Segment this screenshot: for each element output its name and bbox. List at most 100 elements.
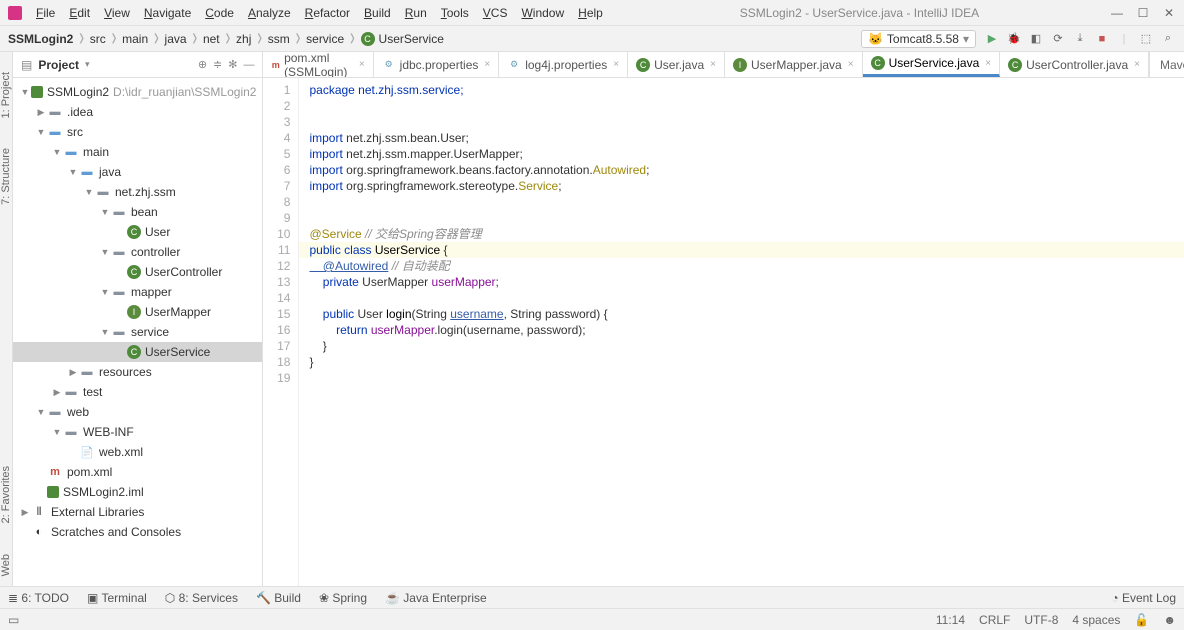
stop-button[interactable]: ■ xyxy=(1094,31,1110,47)
tree-node[interactable]: ▶▬resources xyxy=(13,362,262,382)
editor-tabs[interactable]: mpom.xml (SSMLogin)×⚙jdbc.properties×⚙lo… xyxy=(263,52,1184,78)
menu-window[interactable]: Window xyxy=(515,4,570,22)
run-button[interactable]: ▶ xyxy=(984,31,1000,47)
tree-node[interactable]: ▼▬src xyxy=(13,122,262,142)
tree-node[interactable]: ▼▬service xyxy=(13,322,262,342)
tool-java-ee[interactable]: ☕ Java Enterprise xyxy=(385,591,487,605)
project-tree[interactable]: ▼SSMLogin2 D:\idr_ruanjian\SSMLogin2▶▬.i… xyxy=(13,78,262,586)
maximize-button[interactable]: ☐ xyxy=(1136,6,1150,20)
breadcrumb-item[interactable]: main xyxy=(122,32,148,46)
tree-node[interactable]: IUserMapper xyxy=(13,302,262,322)
tree-node[interactable]: CUserService xyxy=(13,342,262,362)
editor-tab[interactable]: mpom.xml (SSMLogin)× xyxy=(263,52,373,77)
breadcrumb-item[interactable]: UserService xyxy=(379,32,444,46)
tree-node[interactable]: CUser xyxy=(13,222,262,242)
tree-node[interactable]: ▼▬bean xyxy=(13,202,262,222)
line-number-gutter[interactable]: 12345678910111213141516171819 xyxy=(263,78,299,586)
tree-node[interactable]: ▼▬WEB-INF xyxy=(13,422,262,442)
hide-icon[interactable]: — xyxy=(243,59,254,71)
menu-view[interactable]: View xyxy=(98,4,136,22)
menu-tools[interactable]: Tools xyxy=(435,4,475,22)
close-tab-icon[interactable]: × xyxy=(613,59,619,70)
main-menu[interactable]: FileEditViewNavigateCodeAnalyzeRefactorB… xyxy=(30,4,609,22)
breadcrumb-item[interactable]: java xyxy=(165,32,187,46)
editor-tab[interactable]: CUserService.java× xyxy=(863,52,1001,77)
editor-tab[interactable]: CUserController.java× xyxy=(1000,52,1149,77)
coverage-button[interactable]: ◧ xyxy=(1028,31,1044,47)
close-tab-icon[interactable]: × xyxy=(985,58,991,69)
tree-node[interactable]: ▶▬test xyxy=(13,382,262,402)
tree-node[interactable]: ▶▬.idea xyxy=(13,102,262,122)
tree-node[interactable]: mpom.xml xyxy=(13,462,262,482)
tree-node[interactable]: ▼▬mapper xyxy=(13,282,262,302)
select-opened-icon[interactable]: ⊕ xyxy=(198,58,207,71)
menu-code[interactable]: Code xyxy=(199,4,240,22)
menu-run[interactable]: Run xyxy=(399,4,433,22)
event-log[interactable]: ◔ Event Log xyxy=(1111,591,1176,605)
menu-vcs[interactable]: VCS xyxy=(477,4,514,22)
project-view-title[interactable]: Project xyxy=(38,58,79,72)
line-separator[interactable]: CRLF xyxy=(979,613,1010,627)
tree-node[interactable]: ▶⫴External Libraries xyxy=(13,502,262,522)
close-tab-icon[interactable]: × xyxy=(359,59,365,70)
debug-button[interactable]: 🐞 xyxy=(1006,31,1022,47)
collapse-icon[interactable]: ✻ xyxy=(228,58,237,71)
tool-services[interactable]: ⬡ 8: Services xyxy=(165,591,238,605)
breadcrumb-item[interactable]: src xyxy=(90,32,106,46)
tree-node[interactable]: ▼▬net.zhj.ssm xyxy=(13,182,262,202)
menu-help[interactable]: Help xyxy=(572,4,609,22)
breadcrumb-item[interactable]: net xyxy=(203,32,220,46)
editor-tab[interactable]: IUserMapper.java× xyxy=(725,52,863,77)
editor-tab[interactable]: ⚙log4j.properties× xyxy=(499,52,628,77)
tree-node[interactable]: ▼▬java xyxy=(13,162,262,182)
breadcrumb[interactable]: SSMLogin2❭src❭main❭java❭net❭zhj❭ssm❭serv… xyxy=(8,32,444,46)
close-tab-icon[interactable]: × xyxy=(1134,59,1140,70)
breadcrumb-item[interactable]: service xyxy=(306,32,344,46)
expand-all-icon[interactable]: ≑ xyxy=(213,58,222,71)
breadcrumb-item[interactable]: zhj xyxy=(236,32,251,46)
tool-favorites[interactable]: 2: Favorites xyxy=(0,466,12,523)
status-msg-icon[interactable]: ▭ xyxy=(8,613,19,627)
minimize-button[interactable]: — xyxy=(1110,6,1124,20)
tool-build[interactable]: 🔨 Build xyxy=(256,591,301,605)
tool-web[interactable]: Web xyxy=(0,554,12,576)
code-content[interactable]: ⌄ package net.zhj.ssm.service; import ne… xyxy=(299,78,1184,586)
tool-project[interactable]: 1: Project xyxy=(0,72,12,118)
inspections-icon[interactable]: ☻ xyxy=(1163,613,1176,627)
tool-todo[interactable]: ≣ 6: TODO xyxy=(8,591,69,605)
tree-node[interactable]: ▼▬web xyxy=(13,402,262,422)
close-button[interactable]: ✕ xyxy=(1162,6,1176,20)
maven-tool-tab[interactable]: Maven xyxy=(1149,52,1184,77)
close-tab-icon[interactable]: × xyxy=(484,59,490,70)
menu-file[interactable]: File xyxy=(30,4,61,22)
menu-build[interactable]: Build xyxy=(358,4,397,22)
vcs-update-icon[interactable]: ⬚ xyxy=(1138,31,1154,47)
menu-navigate[interactable]: Navigate xyxy=(138,4,197,22)
run-config-selector[interactable]: 🐱 Tomcat8.5.58 ▾ xyxy=(861,30,976,48)
indent-setting[interactable]: 4 spaces xyxy=(1072,613,1120,627)
tree-node[interactable]: SSMLogin2.iml xyxy=(13,482,262,502)
tool-spring[interactable]: ❀ Spring xyxy=(319,591,367,605)
tree-node[interactable]: ▼▬main xyxy=(13,142,262,162)
search-everywhere-icon[interactable]: ⌕ xyxy=(1160,31,1176,47)
editor-tab[interactable]: CUser.java× xyxy=(628,52,725,77)
read-only-icon[interactable]: 🔓 xyxy=(1134,613,1149,627)
breadcrumb-item[interactable]: ssm xyxy=(268,32,290,46)
file-encoding[interactable]: UTF-8 xyxy=(1024,613,1058,627)
profile-button[interactable]: ⟳ xyxy=(1050,31,1066,47)
menu-analyze[interactable]: Analyze xyxy=(242,4,297,22)
tree-node[interactable]: ▼SSMLogin2 D:\idr_ruanjian\SSMLogin2 xyxy=(13,82,262,102)
tool-terminal[interactable]: ▣ Terminal xyxy=(87,591,147,605)
tree-node[interactable]: ◐Scratches and Consoles xyxy=(13,522,262,542)
menu-refactor[interactable]: Refactor xyxy=(299,4,356,22)
close-tab-icon[interactable]: × xyxy=(710,59,716,70)
caret-position[interactable]: 11:14 xyxy=(936,613,965,627)
tree-node[interactable]: 📄web.xml xyxy=(13,442,262,462)
tree-node[interactable]: CUserController xyxy=(13,262,262,282)
tree-node[interactable]: ▼▬controller xyxy=(13,242,262,262)
close-tab-icon[interactable]: × xyxy=(848,59,854,70)
editor-tab[interactable]: ⚙jdbc.properties× xyxy=(374,52,500,77)
attach-button[interactable]: ⤓ xyxy=(1072,31,1088,47)
breadcrumb-item[interactable]: SSMLogin2 xyxy=(8,32,73,46)
tool-structure[interactable]: 7: Structure xyxy=(0,148,12,205)
